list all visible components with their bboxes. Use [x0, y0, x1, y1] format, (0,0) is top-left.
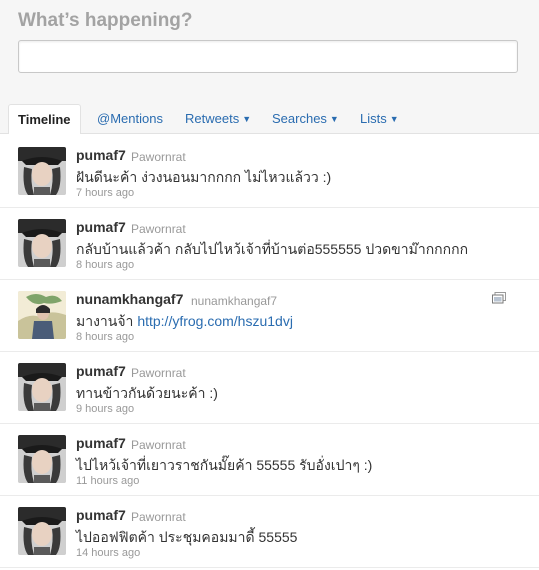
- tweet-item[interactable]: pumaf7 Pawornrat ฝันดีนะค้า ง่วงนอนมากกก…: [0, 136, 539, 208]
- tweet-list: pumaf7 Pawornrat ฝันดีนะค้า ง่วงนอนมากกก…: [0, 134, 539, 570]
- tweet-timestamp[interactable]: 9 hours ago: [76, 403, 134, 415]
- tweet-realname: Pawornrat: [131, 366, 186, 380]
- tweet-text: ทานข้าวกันด้วยนะค้า :): [76, 385, 218, 401]
- tweet-text: ไปออฟฟิตค้า ประชุมคอมมาดี้ 55555: [76, 529, 298, 545]
- avatar[interactable]: [18, 363, 66, 411]
- avatar[interactable]: [18, 507, 66, 555]
- tweet-username[interactable]: pumaf7: [76, 435, 126, 451]
- tab-mentions[interactable]: @Mentions: [97, 104, 163, 134]
- tweet-username[interactable]: pumaf7: [76, 147, 126, 163]
- tweet-item[interactable]: pumaf7 Pawornrat กลับบ้านแล้วค้า กลับไปไ…: [0, 208, 539, 280]
- tweet-username[interactable]: pumaf7: [76, 507, 126, 523]
- tweet-item[interactable]: pumaf7 Pawornrat ไปไหว้เจ้าที่เยาวราชกัน…: [0, 424, 539, 496]
- tweet-text: ฝันดีนะค้า ง่วงนอนมากกกก ไม่ไหวแล้วว :): [76, 169, 332, 185]
- tweet-username[interactable]: pumaf7: [76, 219, 126, 235]
- timeline-tabs: Timeline @Mentions Retweets ▼ Searches ▼ L…: [0, 104, 539, 135]
- tweet-timestamp[interactable]: 11 hours ago: [76, 475, 139, 487]
- tab-searches[interactable]: Searches ▼: [272, 104, 339, 134]
- tab-label: Retweets: [185, 111, 240, 126]
- tweet-timestamp[interactable]: 14 hours ago: [76, 547, 140, 559]
- avatar[interactable]: [18, 291, 66, 339]
- tweet-timestamp[interactable]: 8 hours ago: [76, 259, 134, 271]
- tweet-link[interactable]: http://yfrog.com/hszu1dvj: [137, 313, 293, 329]
- tweet-text: กลับบ้านแล้วค้า กลับไปไหว้เจ้าที่บ้านต่อ…: [76, 241, 469, 257]
- tweet-item[interactable]: pumaf7 Pawornrat ทานข้าวกันด้วยนะค้า :) …: [0, 352, 539, 424]
- chevron-down-icon: ▼: [329, 114, 339, 124]
- tweet-realname: Pawornrat: [131, 510, 186, 524]
- image-icon[interactable]: [492, 291, 506, 304]
- avatar[interactable]: [18, 147, 66, 195]
- compose-title: What’s happening?: [18, 10, 193, 31]
- avatar[interactable]: [18, 219, 66, 267]
- tweet-username[interactable]: pumaf7: [76, 363, 126, 379]
- tab-label: Timeline: [18, 112, 71, 127]
- tab-label: Lists: [360, 111, 387, 126]
- tweet-item[interactable]: nunamkhangaf7 nunamkhangaf7 มางานจ้า htt…: [0, 280, 539, 352]
- tweet-item[interactable]: pumaf7 Pawornrat ไปออฟฟิตค้า ประชุมคอมมา…: [0, 496, 539, 568]
- tab-lists[interactable]: Lists ▼: [360, 104, 399, 134]
- tab-label: @Mentions: [97, 111, 163, 126]
- tweet-realname: Pawornrat: [131, 150, 186, 164]
- avatar[interactable]: [18, 435, 66, 483]
- compose-header: What’s happening?: [0, 0, 539, 104]
- tweet-realname: Pawornrat: [131, 222, 186, 236]
- tweet-text-body: มางานจ้า: [76, 313, 138, 329]
- tweet-input[interactable]: [18, 40, 518, 73]
- tab-label: Searches: [272, 111, 327, 126]
- chevron-down-icon: ▼: [242, 114, 252, 124]
- tweet-timestamp[interactable]: 8 hours ago: [76, 331, 134, 343]
- tab-timeline[interactable]: Timeline: [8, 104, 81, 135]
- tweet-realname: nunamkhangaf7: [191, 294, 278, 308]
- tweet-username[interactable]: nunamkhangaf7: [76, 291, 183, 307]
- tweet-text: มางานจ้า http://yfrog.com/hszu1dvj: [76, 311, 293, 333]
- tab-retweets[interactable]: Retweets ▼: [185, 104, 251, 134]
- tweet-realname: Pawornrat: [131, 438, 186, 452]
- tweet-text: ไปไหว้เจ้าที่เยาวราชกันมั๊ยค้า 55555 รับ…: [76, 457, 373, 473]
- tweet-timestamp[interactable]: 7 hours ago: [76, 187, 134, 199]
- chevron-down-icon: ▼: [389, 114, 399, 124]
